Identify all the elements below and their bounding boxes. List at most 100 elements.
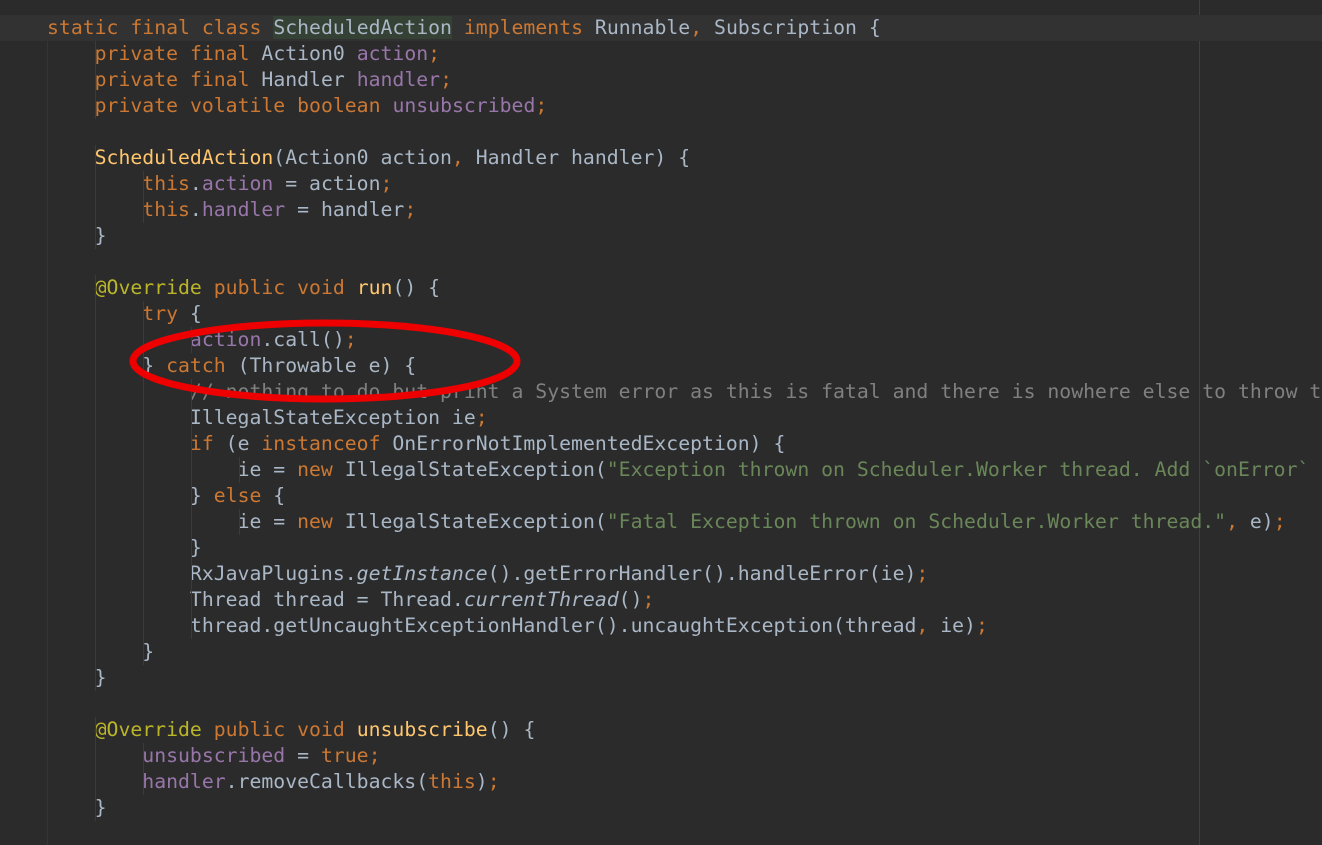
code-token: implements xyxy=(463,16,583,39)
code-line[interactable]: unsubscribed = true; xyxy=(0,743,1322,769)
code-token: = handler xyxy=(285,198,405,221)
code-token: IllegalStateException( xyxy=(332,510,607,533)
code-line[interactable]: if (e instanceof OnErrorNotImplementedEx… xyxy=(0,431,1322,457)
code-line[interactable]: } else { xyxy=(0,483,1322,509)
code-token: ().getErrorHandler().handleError(ie) xyxy=(487,562,917,585)
code-token: } xyxy=(142,354,167,377)
indent-guide xyxy=(143,171,144,197)
code-line[interactable]: ScheduledAction(Action0 action, Handler … xyxy=(0,145,1322,171)
indent-guide xyxy=(95,717,96,743)
code-line[interactable]: ie = new IllegalStateException("Exceptio… xyxy=(0,457,1322,483)
code-line[interactable]: private final Handler handler; xyxy=(0,67,1322,93)
indent-guide xyxy=(95,769,96,795)
code-token: handler xyxy=(356,68,441,91)
code-line[interactable]: this.handler = handler; xyxy=(0,197,1322,223)
indent-guide xyxy=(143,327,144,353)
indent-guide xyxy=(95,327,96,353)
code-line[interactable]: private final Action0 action; xyxy=(0,41,1322,67)
code-line[interactable]: ie = new IllegalStateException("Fatal Ex… xyxy=(0,509,1322,535)
code-line[interactable]: } xyxy=(0,639,1322,665)
code-token: this xyxy=(142,198,190,221)
code-token: { xyxy=(856,16,881,39)
indent-guide xyxy=(95,171,96,197)
code-token: , xyxy=(916,614,929,637)
code-line[interactable]: handler.removeCallbacks(this); xyxy=(0,769,1322,795)
code-line[interactable] xyxy=(0,691,1322,717)
code-token: ; xyxy=(475,406,488,429)
indent-guide xyxy=(191,457,192,483)
code-token: private xyxy=(94,68,179,91)
code-token: OnErrorNotImplementedException) { xyxy=(380,432,786,455)
code-token: static xyxy=(47,16,119,39)
code-token: () { xyxy=(392,276,441,299)
indent-guide xyxy=(191,327,192,353)
code-line[interactable]: } xyxy=(0,795,1322,821)
code-token: , xyxy=(690,16,703,39)
code-token: IllegalStateException( xyxy=(332,458,607,481)
indent-guide xyxy=(95,457,96,483)
code-token: thread.getUncaughtExceptionHandler().unc… xyxy=(189,614,917,637)
code-token: action xyxy=(356,42,429,65)
code-token: action xyxy=(189,328,262,351)
indent-guide xyxy=(95,639,96,665)
code-token: this xyxy=(142,172,190,195)
code-lines[interactable]: static final class ScheduledAction imple… xyxy=(0,15,1322,821)
code-editor[interactable]: static final class ScheduledAction imple… xyxy=(0,0,1322,845)
code-token: } xyxy=(142,640,155,663)
code-token: try xyxy=(142,302,179,325)
indent-guide xyxy=(143,405,144,431)
code-line[interactable]: @Override public void unsubscribe() { xyxy=(0,717,1322,743)
code-token: (Action0 action xyxy=(273,146,452,169)
code-token: boolean xyxy=(297,94,381,117)
code-line[interactable]: static final class ScheduledAction imple… xyxy=(0,15,1322,41)
code-token: catch xyxy=(166,354,226,377)
code-line[interactable]: } xyxy=(0,665,1322,691)
code-line[interactable] xyxy=(0,119,1322,145)
indent-guide xyxy=(95,67,96,93)
code-line[interactable]: private volatile boolean unsubscribed; xyxy=(0,93,1322,119)
code-token: action xyxy=(201,172,274,195)
code-line[interactable]: thread.getUncaughtExceptionHandler().unc… xyxy=(0,613,1322,639)
code-token: ie) xyxy=(928,614,976,637)
code-line[interactable]: @Override public void run() { xyxy=(0,275,1322,301)
code-line[interactable]: RxJavaPlugins.getInstance().getErrorHand… xyxy=(0,561,1322,587)
indent-guide xyxy=(143,353,144,379)
indent-guide xyxy=(143,431,144,457)
code-token: } xyxy=(94,796,107,819)
indent-guide xyxy=(191,613,192,639)
indent-guide xyxy=(143,197,144,223)
code-line[interactable]: } catch (Throwable e) { xyxy=(0,353,1322,379)
code-line[interactable]: Thread thread = Thread.currentThread(); xyxy=(0,587,1322,613)
code-token: ; xyxy=(380,172,393,195)
code-token: } xyxy=(94,666,107,689)
code-line[interactable]: } xyxy=(0,535,1322,561)
code-token: Action0 xyxy=(261,42,345,65)
code-token: , xyxy=(451,146,464,169)
code-line[interactable]: IllegalStateException ie; xyxy=(0,405,1322,431)
code-token: ; xyxy=(404,198,417,221)
code-line[interactable]: } xyxy=(0,223,1322,249)
code-line[interactable]: action.call(); xyxy=(0,327,1322,353)
code-line[interactable] xyxy=(0,249,1322,275)
code-token: Subscription xyxy=(714,16,857,39)
code-line[interactable]: // nothing to do but print a System erro… xyxy=(0,379,1322,405)
code-token: new xyxy=(297,510,333,533)
code-line[interactable]: try { xyxy=(0,301,1322,327)
indent-guide xyxy=(143,639,144,665)
code-line[interactable]: this.action = action; xyxy=(0,171,1322,197)
code-token: "Exception thrown on Scheduler.Worker th… xyxy=(606,458,1322,481)
